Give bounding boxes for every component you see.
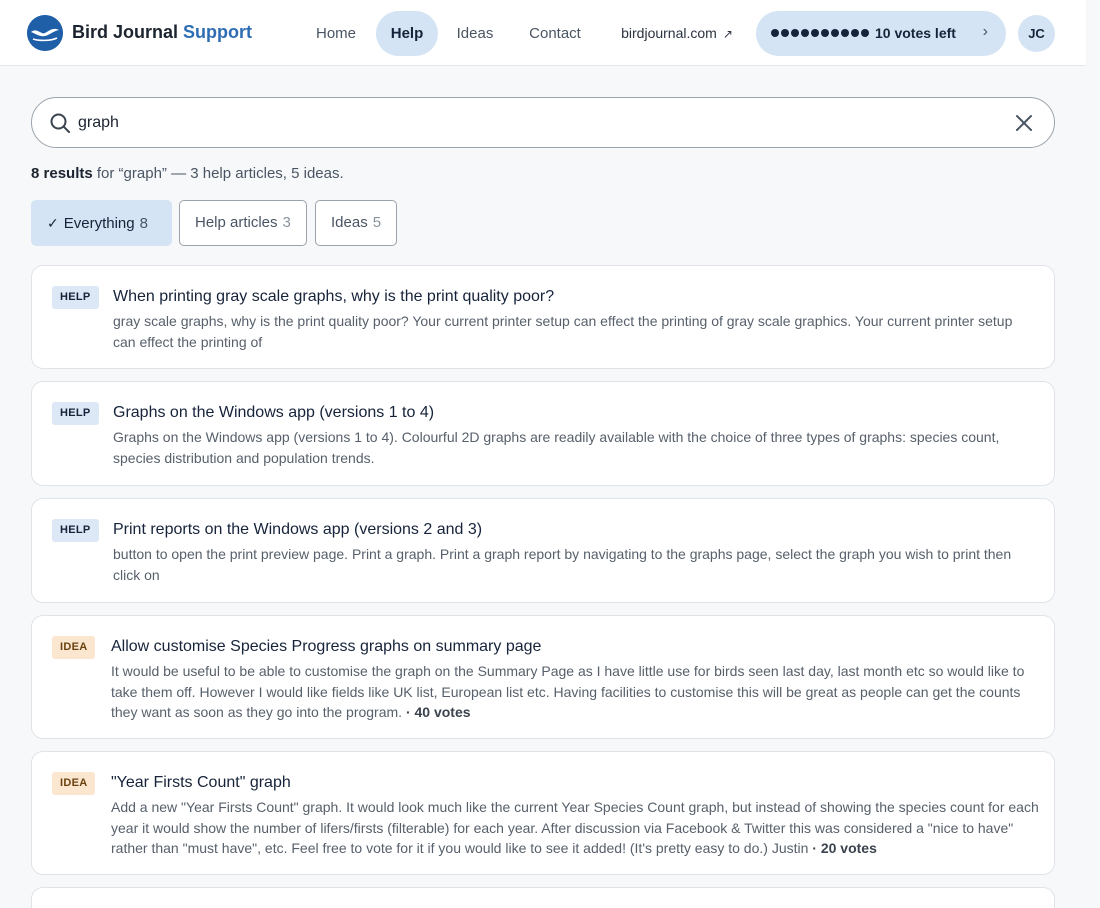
filter-everything[interactable]: ✓ Everything 8 — [31, 200, 172, 246]
vote-dot — [821, 29, 829, 37]
result-snippet: It would be useful to be able to customi… — [111, 661, 1041, 723]
chevron-right-icon: › — [982, 23, 988, 40]
filter-ideas-label: Ideas — [331, 214, 368, 231]
result-title[interactable]: Graphs on the Windows app (versions 1 to… — [113, 404, 434, 422]
result-card[interactable]: IDEA Allow customise Species Progress gr… — [31, 615, 1055, 739]
result-snippet: gray scale graphs, why is the print qual… — [113, 313, 1013, 350]
vote-dot — [781, 29, 789, 37]
result-title[interactable]: When printing gray scale graphs, why is … — [113, 288, 554, 306]
result-card[interactable]: HELP When printing gray scale graphs, wh… — [31, 265, 1055, 369]
filter-help-label: Help articles — [195, 214, 278, 231]
votes-left-label: 10 votes left — [875, 25, 956, 41]
result-snippet: Add a new "Year Firsts Count" graph. It … — [111, 797, 1041, 859]
nav-external-site[interactable]: birdjournal.com ↗ — [606, 11, 748, 56]
votes-left-button[interactable]: 10 votes left › — [756, 11, 1006, 56]
nav-home[interactable]: Home — [304, 11, 368, 56]
search-box — [31, 97, 1055, 148]
filter-help-count: 3 — [282, 214, 291, 231]
vote-count: · 40 votes — [405, 704, 471, 720]
result-snippet: Graphs on the Windows app (versions 1 to… — [113, 429, 1000, 466]
result-snippet-text: Add a new "Year Firsts Count" graph. It … — [111, 799, 1039, 856]
result-card[interactable]: IDEA "Year Firsts Count" graph Add a new… — [31, 751, 1055, 875]
result-card[interactable]: HELP Print reports on the Windows app (v… — [31, 498, 1055, 603]
search-input[interactable] — [78, 108, 998, 138]
search-icon — [50, 113, 70, 133]
results-description: for “graph” — 3 help articles, 5 ideas. — [96, 165, 344, 182]
page: Bird Journal Support Home Help Ideas Con… — [0, 0, 1100, 908]
result-snippet: button to open the print preview page. P… — [113, 546, 1012, 583]
external-link-icon: ↗ — [722, 27, 733, 41]
result-title[interactable]: "Year Firsts Count" graph — [111, 774, 291, 792]
vote-dot — [831, 29, 839, 37]
result-card[interactable] — [31, 887, 1055, 908]
vote-dot — [801, 29, 809, 37]
close-icon[interactable] — [1014, 113, 1034, 133]
help-badge: HELP — [52, 402, 99, 425]
filter-ideas[interactable]: Ideas 5 — [315, 200, 397, 246]
top-header: Bird Journal Support Home Help Ideas Con… — [0, 0, 1086, 66]
result-title[interactable]: Allow customise Species Progress graphs … — [111, 638, 541, 656]
help-badge: HELP — [52, 519, 99, 542]
vote-dots — [771, 29, 869, 38]
result-snippet-text: It would be useful to be able to customi… — [111, 663, 1025, 720]
filter-everything-count: 8 — [139, 215, 148, 232]
vote-dot — [771, 29, 779, 37]
vote-dot — [841, 29, 849, 37]
idea-badge: IDEA — [52, 636, 96, 659]
result-card[interactable]: HELP Graphs on the Windows app (versions… — [31, 381, 1055, 486]
results-count: 8 results — [31, 165, 93, 182]
idea-badge: IDEA — [52, 772, 96, 795]
nav-contact[interactable]: Contact — [515, 11, 595, 56]
brand-name[interactable]: Bird Journal Support — [72, 22, 252, 43]
filter-ideas-count: 5 — [372, 214, 382, 231]
brand-main: Bird Journal — [72, 22, 179, 42]
vote-dot — [811, 29, 819, 37]
brand-accent: Support — [183, 22, 253, 42]
vote-dot — [861, 29, 869, 37]
user-avatar[interactable]: JC — [1018, 15, 1055, 52]
vote-dot — [851, 29, 859, 37]
help-badge: HELP — [52, 286, 99, 309]
nav-ideas[interactable]: Ideas — [446, 11, 504, 56]
vote-count: · 20 votes — [812, 840, 877, 856]
bird-logo-icon[interactable] — [27, 15, 63, 51]
nav-external-label: birdjournal.com — [621, 25, 717, 41]
filter-everything-label: Everything — [63, 215, 135, 232]
check-icon: ✓ — [47, 215, 59, 231]
filter-help-articles[interactable]: Help articles 3 — [179, 200, 307, 246]
results-summary: 8 results for “graph” — 3 help articles,… — [31, 165, 344, 182]
vote-dot — [791, 29, 799, 37]
result-title[interactable]: Print reports on the Windows app (versio… — [113, 521, 482, 539]
nav-help[interactable]: Help — [376, 11, 438, 56]
